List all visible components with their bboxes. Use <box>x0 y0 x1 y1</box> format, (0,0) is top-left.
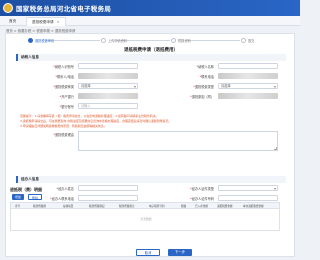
step-connector <box>186 40 240 41</box>
taxpayer-id-field[interactable] <box>78 63 138 69</box>
refund-reason-field-redacted[interactable] <box>218 93 278 99</box>
refund-type-value: 请选择 <box>221 84 231 88</box>
account-placeholder: 请输入 <box>81 104 91 108</box>
table-empty-text: 暂无数据 <box>140 217 152 221</box>
account-label-text: 银行账号 <box>61 105 74 109</box>
tab-home-label: 首页 <box>9 19 17 23</box>
refund-nature-select[interactable]: 请选择 <box>78 83 138 89</box>
step-2-dot <box>101 38 106 43</box>
agent-name-label-text: 经办人姓名 <box>58 187 74 191</box>
detail-table-title: 退抵税（费）明细 <box>10 187 42 192</box>
cancel-button[interactable]: 取消 <box>136 249 160 256</box>
agent-id-label: *经办人证件号码 <box>190 197 214 201</box>
site-header: 国家税务总局河北省电子税务局 <box>0 0 300 16</box>
agent-phone-label: *经办人联系电话 <box>50 197 74 201</box>
account-field[interactable]: 请输入 <box>78 103 138 109</box>
tab-bar: 首页 退抵税费申请 × <box>0 16 300 26</box>
tab-refund-application[interactable]: 退抵税费申请 × <box>26 17 66 26</box>
bank-label: *开户银行 <box>59 95 74 99</box>
taxpayer-id-label-text: 纳税人识别号 <box>54 65 74 69</box>
section-taxpayer-info: 纳税人信息 <box>16 54 286 61</box>
hint-line-1: 温馨提示：1.请准确填写退（抵）税费申请信息，以免影响退税办理进度；2.如有疑问… <box>20 114 159 118</box>
account-label: *银行账号 <box>59 105 74 109</box>
table-body: 暂无数据 <box>10 209 280 231</box>
taxpayer-name-label: *纳税人名称 <box>196 65 214 69</box>
step-4-dot <box>241 38 246 43</box>
nature-label: *退抵税费种类 <box>53 85 74 89</box>
contact-label: *联系人/电话 <box>55 75 74 79</box>
agent-id-type-label: *经办人证件类型 <box>190 187 214 191</box>
phone-label-text: 联系电话 <box>201 75 214 79</box>
step-indicator: 退抵税费申请 上传申请资料 附报资料 提交 <box>28 36 283 44</box>
bank-label-text: 开户银行 <box>61 95 74 99</box>
nature-label-text: 退抵税费种类 <box>54 85 74 89</box>
agent-name-field[interactable] <box>78 185 138 191</box>
section-agent-info: 经办人信息 <box>16 176 286 183</box>
phone-label: *联系电话 <box>199 75 214 79</box>
taxpayer-name-field[interactable] <box>218 63 278 69</box>
refund-reason-label: *退抵原因（附） <box>190 95 214 99</box>
contact-field-redacted[interactable] <box>78 73 138 79</box>
close-icon[interactable]: × <box>57 20 60 24</box>
contact-label-text: 联系人/电话 <box>56 75 74 79</box>
step-2-label: 上传申请资料 <box>108 39 128 43</box>
site-title: 国家税务总局河北省电子税务局 <box>16 5 112 13</box>
step-4-label: 提交 <box>248 39 255 43</box>
agent-phone-label-text: 经办人联系电话 <box>51 197 74 201</box>
table-header: 序号 税款所属期 征收项目 税款所属期起 税款所属期止 电子税票号码 税额 已入… <box>10 202 280 209</box>
next-step-button[interactable]: 下一步 <box>168 249 192 256</box>
step-3-dot <box>171 38 176 43</box>
step-1-dot <box>28 38 33 43</box>
tab-home[interactable]: 首页 <box>4 17 21 26</box>
refund-type-label-text: 退抵税费类型 <box>194 85 214 89</box>
tax-logo-icon <box>3 3 13 13</box>
agent-phone-field[interactable] <box>78 195 138 201</box>
taxpayer-id-label: *纳税人识别号 <box>53 65 74 69</box>
resize-handle-icon[interactable] <box>274 147 277 150</box>
tab-refund-label: 退抵税费申请 <box>32 20 54 24</box>
step-1-label: 退抵税费申请 <box>35 39 55 43</box>
reason-textarea[interactable] <box>78 131 278 151</box>
agent-id-label-text: 经办人证件号码 <box>191 197 214 201</box>
step-3-label: 附报资料 <box>178 39 191 43</box>
taxpayer-name-label-text: 纳税人名称 <box>198 65 214 69</box>
hint-line-3: 4.申请理由应详细说明多缴税费的原因、所属期及金额等相关信息。 <box>20 124 107 128</box>
reason-label-text: 退抵税费理由 <box>54 133 74 137</box>
agent-id-field[interactable] <box>218 195 278 201</box>
phone-field-redacted[interactable] <box>218 73 278 79</box>
refund-reason-label-text: 退抵原因（附） <box>191 95 214 99</box>
agent-id-type-select[interactable] <box>218 185 278 191</box>
hint-line-2: 3.退抵税申请提交后，可在我要查询-办税进度及结果信息查询中查看办理进度，办理完… <box>20 119 172 123</box>
refund-nature-value: 请选择 <box>81 84 91 88</box>
delete-row-button[interactable]: 删除 <box>28 194 43 200</box>
refund-type-select[interactable]: 请选择 <box>218 83 278 89</box>
add-row-button[interactable]: 增加 <box>12 194 25 200</box>
reason-label: *退抵税费理由 <box>53 133 74 137</box>
agent-id-type-label-text: 经办人证件类型 <box>191 187 214 191</box>
bank-field-redacted[interactable] <box>78 93 138 99</box>
refund-type-label: *退抵税费类型 <box>193 85 214 89</box>
form-title: 退抵税费申请（退抵费用） <box>124 48 178 53</box>
